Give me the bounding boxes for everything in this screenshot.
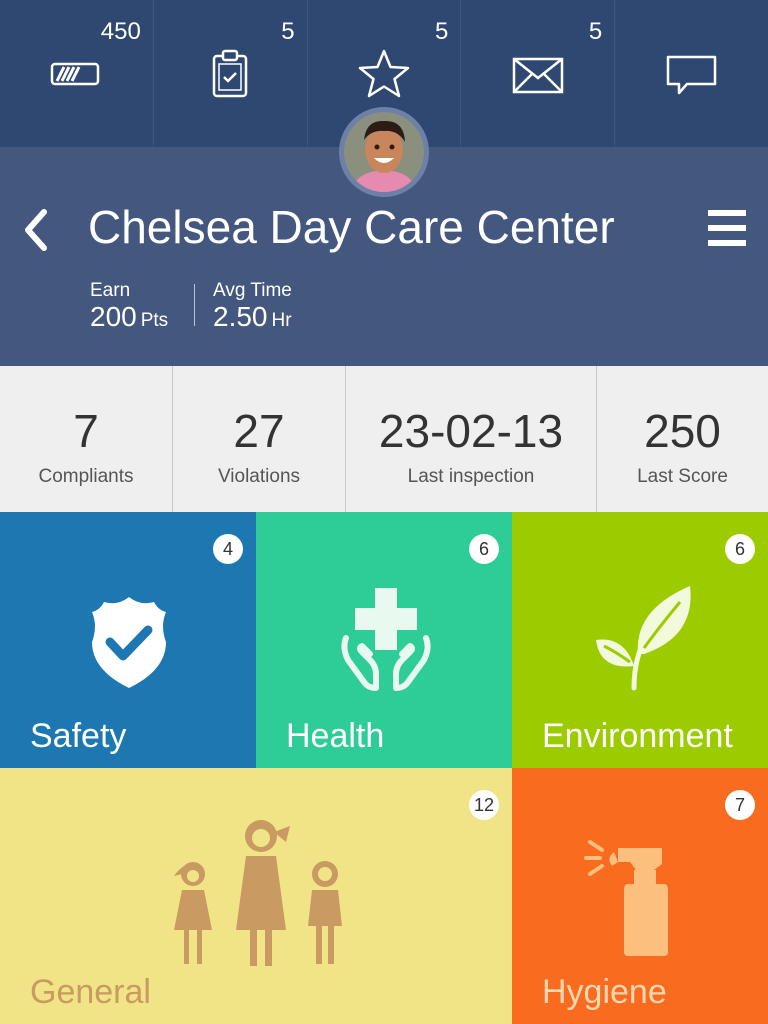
messages-count: 5: [588, 18, 603, 45]
environment-badge: 6: [725, 534, 755, 564]
back-button[interactable]: [18, 208, 58, 252]
tile-safety[interactable]: 4 Safety: [0, 512, 256, 768]
compliants-label: Compliants: [38, 466, 134, 487]
environment-label: Environment: [542, 717, 733, 755]
hygiene-label: Hygiene: [542, 973, 667, 1011]
tasks-count: 5: [281, 18, 295, 45]
compliants-value: 7: [73, 405, 99, 457]
top-item-points[interactable]: 450: [0, 0, 154, 147]
chat-bubble-icon: [666, 55, 716, 95]
star-icon: [358, 49, 410, 98]
avg-time-value: 2.50: [213, 301, 268, 332]
summary-compliants[interactable]: 7 Compliants: [0, 366, 173, 512]
page-title: Chelsea Day Care Center: [88, 201, 615, 253]
avg-time-label: Avg Time: [213, 280, 292, 301]
summary-row: 7 Compliants 27 Violations 23-02-13 Last…: [0, 366, 768, 512]
tile-health[interactable]: 6 Health: [256, 512, 512, 768]
points-count: 450: [100, 18, 141, 45]
family-icon: [174, 820, 342, 966]
envelope-icon: [512, 57, 564, 94]
violations-value: 27: [233, 405, 285, 457]
spray-bottle-icon: [584, 840, 668, 956]
menu-line-icon: [708, 240, 746, 246]
top-item-messages[interactable]: 5: [461, 0, 616, 147]
tile-hygiene[interactable]: 7 Hygiene: [512, 768, 768, 1024]
last-score-value: 250: [644, 405, 721, 457]
earn-value-row: 200 Pts: [90, 302, 168, 336]
earn-label: Earn: [90, 280, 131, 301]
tile-environment[interactable]: 6 Environment: [512, 512, 768, 768]
violations-label: Violations: [217, 466, 301, 487]
menu-line-icon: [708, 210, 746, 216]
avatar[interactable]: [339, 107, 429, 197]
battery-icon: [51, 62, 100, 86]
avg-time-stat: Avg Time 2.50 Hr: [213, 280, 292, 336]
hamburger-menu-button[interactable]: [708, 210, 748, 250]
user-portrait-icon: [344, 112, 424, 192]
chevron-left-icon: [25, 209, 47, 251]
summary-violations[interactable]: 27 Violations: [173, 366, 346, 512]
safety-label: Safety: [30, 717, 127, 755]
health-badge: 6: [469, 534, 499, 564]
avg-time-unit: Hr: [271, 310, 292, 331]
stat-divider: [194, 284, 195, 326]
last-score-label: Last Score: [637, 466, 728, 487]
safety-badge: 4: [213, 534, 243, 564]
earn-unit: Pts: [140, 310, 169, 331]
general-label: General: [30, 973, 151, 1011]
top-item-chat[interactable]: [615, 0, 768, 147]
top-item-tasks[interactable]: 5: [154, 0, 308, 147]
general-badge: 12: [469, 790, 499, 820]
earn-value: 200: [90, 301, 137, 332]
last-inspection-value: 23-02-13: [378, 405, 564, 457]
favorites-count: 5: [435, 18, 449, 45]
clipboard-check-icon: [212, 49, 248, 98]
avg-time-value-row: 2.50 Hr: [213, 302, 292, 336]
menu-line-icon: [708, 225, 746, 231]
health-label: Health: [286, 717, 385, 755]
earn-stat: Earn 200 Pts: [90, 280, 168, 336]
tile-general[interactable]: 12 General: [0, 768, 512, 1024]
summary-last-inspection[interactable]: 23-02-13 Last inspection: [346, 366, 597, 512]
hygiene-badge: 7: [725, 790, 755, 820]
shield-check-icon: [92, 597, 166, 688]
medical-cross-hands-icon: [341, 588, 431, 691]
summary-last-score[interactable]: 250 Last Score: [597, 366, 768, 512]
last-inspection-label: Last inspection: [407, 466, 535, 487]
leaf-icon: [596, 586, 691, 691]
